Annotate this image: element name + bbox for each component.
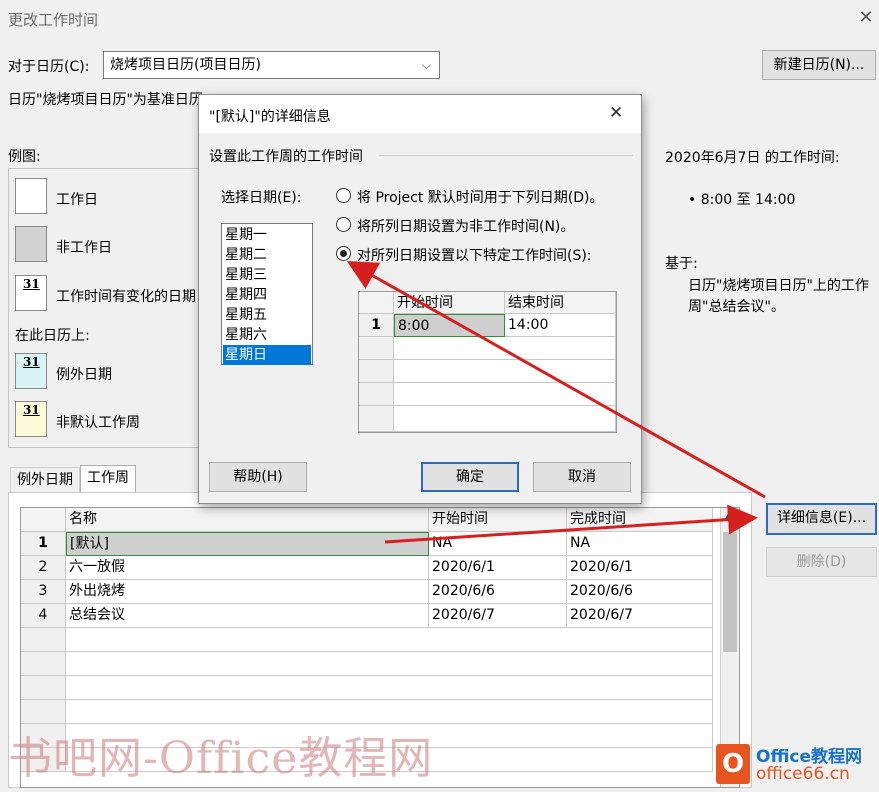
- office-logo: O Office教程网 office66.cn: [716, 740, 876, 788]
- arrow-to-specific-time-option: [346, 261, 766, 499]
- logo-url: office66.cn: [756, 764, 850, 784]
- office-logo-icon: O: [716, 744, 750, 784]
- arrow-to-details-button: [384, 504, 758, 544]
- watermark-text: 书吧网-Office教程网: [8, 733, 434, 784]
- annotation-arrows: [346, 261, 766, 544]
